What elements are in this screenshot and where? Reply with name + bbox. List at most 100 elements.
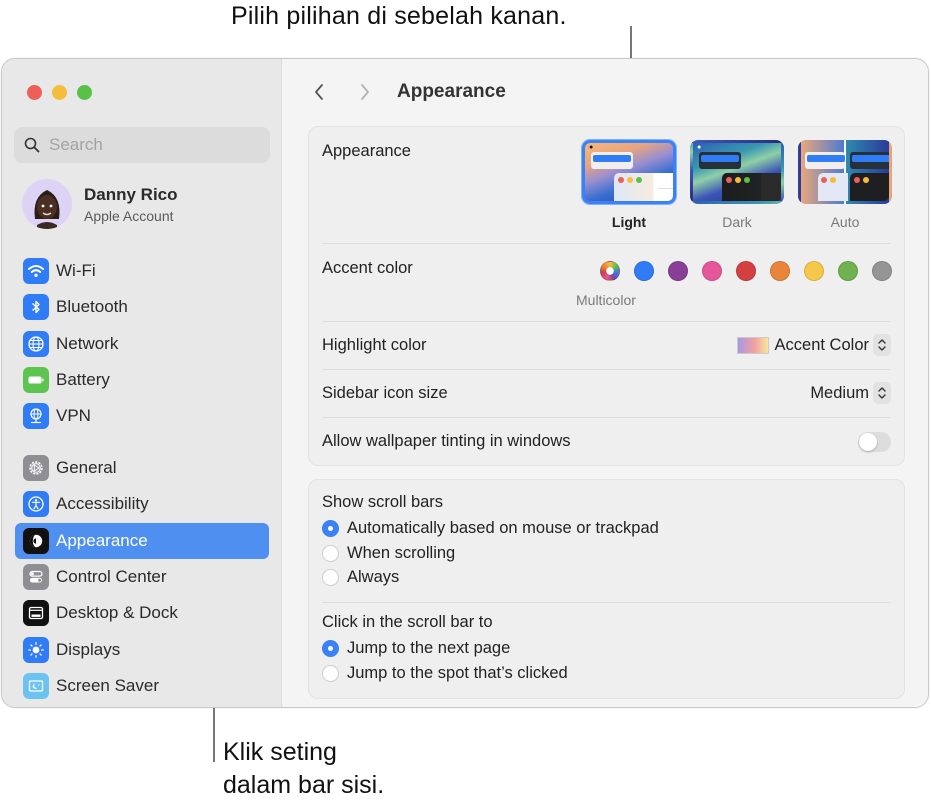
callout-top: Pilih pilihan di sebelah kanan. [231, 2, 567, 30]
highlight-color-value: Accent Color [774, 335, 869, 354]
sidebar-item-network[interactable]: Network [15, 326, 269, 362]
radio-option-spot-clicked[interactable]: Jump to the spot that’s clicked [322, 661, 891, 686]
close-button[interactable] [27, 85, 42, 100]
account-name: Danny Rico [84, 184, 178, 204]
appearance-option-light[interactable]: ● Light [582, 140, 676, 230]
accent-swatch-purple[interactable] [668, 261, 688, 281]
chevron-right-icon [361, 84, 369, 100]
globe-icon [23, 330, 49, 357]
appearance-row: Appearance ● Light ● Dark Auto [322, 127, 891, 244]
sidebar-item-screen-saver[interactable]: Screen Saver [15, 668, 269, 704]
accent-swatch-yellow[interactable] [804, 261, 824, 281]
light-preview: ● [582, 140, 676, 204]
vpn-globe-icon [23, 403, 49, 430]
sidebar-item-displays[interactable]: Displays [15, 631, 269, 667]
accent-swatch-green[interactable] [838, 261, 858, 281]
sidebar-group-system: General Accessibility Appearance Control… [15, 450, 269, 704]
dark-preview: ● [690, 140, 784, 204]
radio-button[interactable] [322, 519, 339, 537]
control-center-icon [23, 564, 49, 591]
callout-bottom-line-1: Klik seting [223, 738, 337, 766]
sidebar-item-general[interactable]: General [15, 450, 269, 486]
appearance-options: ● Light ● Dark Auto [582, 140, 892, 230]
sidebar-group-network: Wi-Fi Bluetooth Network Battery VPN [15, 253, 269, 434]
sidebar-item-label: Accessibility [56, 494, 149, 514]
accessibility-icon [23, 491, 49, 518]
sidebar-item-appearance[interactable]: Appearance [15, 522, 269, 559]
wifi-icon [23, 258, 49, 285]
appearance-settings-card: Appearance ● Light ● Dark Auto Accent co… [308, 126, 905, 466]
appearance-label: Appearance [322, 142, 411, 160]
radio-button[interactable] [322, 664, 339, 682]
accent-swatch-multicolor[interactable] [600, 261, 620, 281]
radio-label: Jump to the spot that’s clicked [347, 663, 568, 682]
wallpaper-tinting-toggle[interactable] [858, 432, 891, 452]
updown-chevron-icon [873, 334, 891, 356]
radio-button[interactable] [322, 569, 339, 587]
sidebar-icon-size-row: Sidebar icon size Medium [322, 370, 891, 418]
back-button[interactable] [305, 77, 333, 107]
highlight-color-label: Highlight color [322, 336, 427, 354]
forward-button[interactable] [351, 77, 379, 107]
sidebar: Danny Rico Apple Account Wi-Fi Bluetooth [2, 59, 282, 707]
accent-swatch-blue[interactable] [634, 261, 654, 281]
radio-option-automatic[interactable]: Automatically based on mouse or trackpad [322, 516, 891, 541]
sidebar-icon-size-label: Sidebar icon size [322, 384, 448, 402]
sidebar-item-label: Appearance [56, 530, 148, 550]
sidebar-item-bluetooth[interactable]: Bluetooth [15, 289, 269, 325]
desktop-dock-icon [23, 600, 49, 627]
wallpaper-tinting-row: Allow wallpaper tinting in windows [322, 418, 891, 466]
show-scroll-bars-group: Show scroll bars Automatically based on … [322, 493, 891, 603]
auto-preview [798, 140, 892, 204]
accent-swatch-pink[interactable] [702, 261, 722, 281]
accent-swatch-orange[interactable] [770, 261, 790, 281]
sidebar-item-accessibility[interactable]: Accessibility [15, 486, 269, 522]
highlight-color-popup[interactable]: Accent Color [736, 334, 891, 356]
sidebar-item-desktop-dock[interactable]: Desktop & Dock [15, 595, 269, 631]
gear-icon [23, 455, 49, 482]
appearance-option-label: Light [611, 214, 647, 230]
wallpaper-tinting-label: Allow wallpaper tinting in windows [322, 432, 571, 450]
zoom-button[interactable] [77, 85, 92, 100]
scroll-bar-settings-card: Show scroll bars Automatically based on … [308, 479, 905, 699]
accent-swatches [600, 261, 892, 281]
screen-saver-icon [23, 672, 49, 699]
appearance-option-label: Auto [830, 214, 860, 230]
sidebar-item-label: Battery [56, 370, 110, 390]
sidebar-icon-size-popup[interactable]: Medium [810, 382, 891, 404]
toolbar: Appearance [305, 77, 506, 107]
bluetooth-icon [23, 294, 49, 321]
memoji-icon [34, 190, 60, 229]
sidebar-item-control-center[interactable]: Control Center [15, 559, 269, 595]
sun-icon [23, 636, 49, 663]
click-scroll-bar-group: Click in the scroll bar to Jump to the n… [322, 613, 891, 685]
radio-option-always[interactable]: Always [322, 565, 891, 590]
updown-chevron-icon [873, 382, 891, 404]
appearance-option-dark[interactable]: ● Dark [690, 140, 784, 230]
search-input[interactable] [49, 135, 249, 155]
main-pane: Appearance Appearance ● Light ● Dark Aut… [283, 59, 928, 707]
radio-button[interactable] [322, 544, 339, 562]
search-icon [24, 137, 40, 153]
radio-option-next-page[interactable]: Jump to the next page [322, 636, 891, 661]
radio-option-when-scrolling[interactable]: When scrolling [322, 541, 891, 566]
accent-selected-caption: Multicolor [576, 292, 636, 308]
radio-label: When scrolling [347, 543, 456, 562]
appearance-icon [23, 527, 49, 554]
accent-swatch-red[interactable] [736, 261, 756, 281]
search-field[interactable] [14, 127, 270, 163]
minimize-button[interactable] [52, 85, 67, 100]
sidebar-item-vpn[interactable]: VPN [15, 398, 269, 434]
account-item[interactable]: Danny Rico Apple Account [22, 179, 178, 229]
sidebar-item-wifi[interactable]: Wi-Fi [15, 253, 269, 289]
radio-label: Jump to the next page [347, 638, 511, 657]
callout-bottom: Klik seting dalam bar sisi. [223, 736, 384, 802]
radio-button[interactable] [322, 639, 339, 657]
accent-swatch-graphite[interactable] [872, 261, 892, 281]
radio-label: Automatically based on mouse or trackpad [347, 518, 659, 537]
sidebar-item-battery[interactable]: Battery [15, 362, 269, 398]
callout-bottom-line-2: dalam bar sisi. [223, 771, 385, 799]
toggle-knob [859, 433, 877, 451]
sidebar-item-label: General [56, 458, 117, 478]
appearance-option-auto[interactable]: Auto [798, 140, 892, 230]
